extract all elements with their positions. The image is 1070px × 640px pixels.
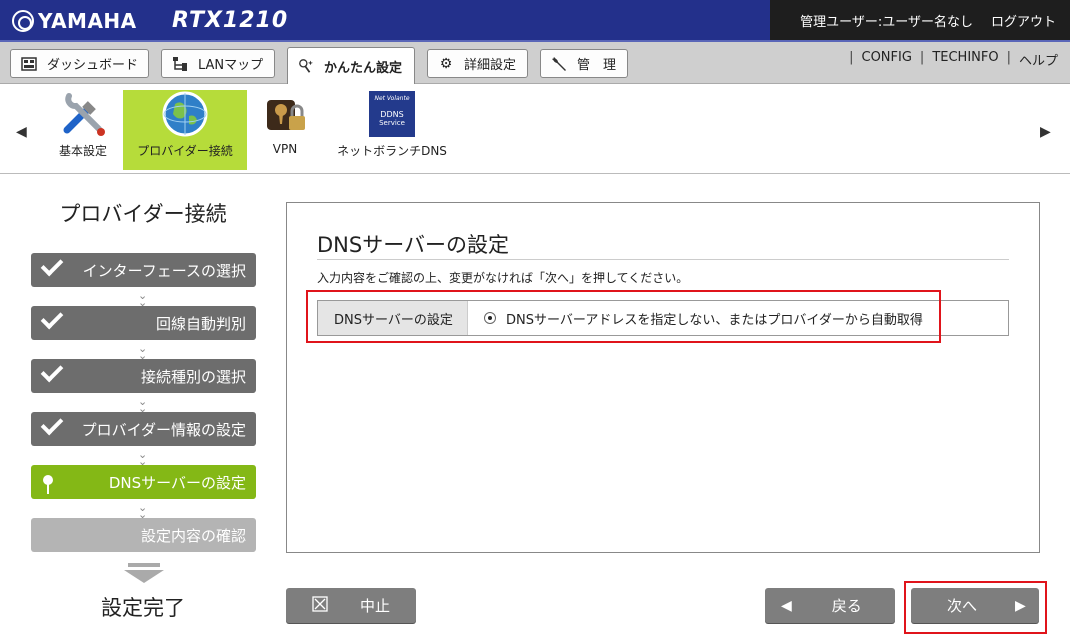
settings-panel: DNSサーバーの設定 入力内容をご確認の上、変更がなければ「次へ」を押してくださ… bbox=[286, 202, 1040, 553]
left-triangle-icon: ◀ bbox=[781, 597, 792, 614]
wizard-final-step: 設定完了 bbox=[101, 596, 185, 620]
gear-icon: ⚙ bbox=[439, 55, 453, 72]
wizard-title: プロバイダー接続 bbox=[59, 202, 227, 226]
pin-wand-icon bbox=[298, 58, 314, 74]
tab-label: 管 理 bbox=[577, 58, 617, 73]
wizard-step-done: プロバイダー情報の設定 bbox=[31, 412, 256, 446]
sub-menu: ◀ 基本設定 プロバイダー接続 VPN Net Volante DDNS Ser… bbox=[0, 84, 1070, 174]
wizard-step-done: 接続種別の選択 bbox=[31, 359, 256, 393]
step-label: プロバイダー情報の設定 bbox=[81, 420, 246, 439]
ddns-icon: Net Volante DDNS Service bbox=[368, 90, 416, 138]
globe-icon bbox=[161, 90, 209, 138]
step-label: 回線自動判別 bbox=[155, 314, 246, 333]
wizard-step-pending: 設定内容の確認 bbox=[31, 518, 256, 552]
tab-label: LANマップ bbox=[198, 58, 264, 73]
check-icon bbox=[40, 306, 64, 330]
submenu-item-vpn[interactable]: VPN bbox=[255, 90, 315, 170]
tab-easy-setup[interactable]: かんたん設定 bbox=[287, 47, 415, 84]
submenu-label: VPN bbox=[272, 142, 298, 156]
tuning-fork-icon bbox=[12, 10, 34, 32]
submenu-item-basic[interactable]: 基本設定 bbox=[50, 90, 116, 170]
step-chevron-icon: ⌄ ⌄ bbox=[138, 501, 148, 521]
step-label: インターフェースの選択 bbox=[82, 261, 246, 280]
tab-label: ダッシュボード bbox=[47, 58, 139, 73]
scroll-left-arrow-icon[interactable]: ◀ bbox=[16, 124, 27, 140]
step-label: 設定内容の確認 bbox=[140, 526, 246, 545]
step-chevron-icon: ⌄ ⌄ bbox=[138, 342, 148, 362]
cancel-label: 中止 bbox=[359, 597, 390, 615]
panel-title: DNSサーバーの設定 bbox=[317, 233, 509, 257]
utility-links: | CONFIG | TECHINFO | ヘルプ bbox=[849, 50, 1058, 69]
submenu-label: プロバイダー接続 bbox=[137, 144, 233, 158]
ddns-badge-title: DDNS bbox=[380, 110, 404, 119]
tab-advanced[interactable]: ⚙ 詳細設定 bbox=[427, 49, 528, 78]
model-name: RTX1210 bbox=[172, 8, 289, 33]
vpn-lock-icon bbox=[261, 90, 309, 138]
close-box-icon bbox=[312, 595, 328, 616]
submenu-label: ネットボランチDNS bbox=[337, 144, 447, 158]
step-chevron-icon: ⌄ ⌄ bbox=[138, 448, 148, 468]
step-chevron-icon: ⌄ ⌄ bbox=[138, 289, 148, 309]
yamaha-logo: YAMAHA bbox=[12, 9, 137, 33]
wizard-step-current: DNSサーバーの設定 bbox=[31, 465, 256, 499]
wizard-step-done: 回線自動判別 bbox=[31, 306, 256, 340]
cancel-button[interactable]: 中止 bbox=[286, 588, 416, 623]
step-label: 接続種別の選択 bbox=[140, 367, 246, 386]
submenu-label: 基本設定 bbox=[58, 144, 107, 158]
step-chevron-icon: ⌄ ⌄ bbox=[138, 395, 148, 415]
brand-name: YAMAHA bbox=[38, 9, 137, 33]
ddns-badge-sub: Service bbox=[379, 119, 405, 127]
step-label: DNSサーバーの設定 bbox=[108, 473, 246, 492]
config-link[interactable]: CONFIG bbox=[862, 50, 912, 69]
submenu-item-provider[interactable]: プロバイダー接続 bbox=[123, 90, 247, 170]
divider bbox=[317, 259, 1009, 260]
help-link[interactable]: ヘルプ bbox=[1019, 50, 1058, 69]
wizard-step-done: インターフェースの選択 bbox=[31, 253, 256, 287]
back-button[interactable]: ◀ 戻る bbox=[765, 588, 895, 623]
logout-link[interactable]: ログアウト bbox=[991, 11, 1056, 30]
top-header: YAMAHA RTX1210 管理ユーザー:ユーザー名なし ログアウト bbox=[0, 0, 1070, 42]
dashboard-icon bbox=[21, 56, 37, 72]
down-arrow-icon bbox=[124, 563, 164, 583]
main-menu: ダッシュボード LANマップ かんたん設定 ⚙ 詳細設定 管 理 | CONFI… bbox=[0, 42, 1070, 84]
back-label: 戻る bbox=[831, 597, 862, 615]
submenu-item-netvolante-dns[interactable]: Net Volante DDNS Service ネットボランチDNS bbox=[330, 90, 454, 170]
tab-admin[interactable]: 管 理 bbox=[540, 49, 628, 78]
check-icon bbox=[40, 412, 64, 436]
tools-icon bbox=[59, 90, 107, 138]
techinfo-link[interactable]: TECHINFO bbox=[932, 50, 998, 69]
scroll-right-arrow-icon[interactable]: ▶ bbox=[1040, 124, 1051, 140]
check-icon bbox=[40, 253, 64, 277]
ddns-badge-brand: Net Volante bbox=[374, 95, 410, 102]
user-status: 管理ユーザー:ユーザー名なし bbox=[800, 14, 973, 30]
highlight-box bbox=[904, 581, 1047, 634]
tab-label: かんたん設定 bbox=[324, 60, 403, 76]
check-icon bbox=[40, 359, 64, 383]
lan-map-icon bbox=[172, 56, 188, 72]
wrench-icon bbox=[551, 56, 567, 72]
highlight-box bbox=[306, 290, 941, 343]
tab-lan-map[interactable]: LANマップ bbox=[161, 49, 275, 78]
tab-label: 詳細設定 bbox=[464, 58, 517, 73]
tab-dashboard[interactable]: ダッシュボード bbox=[10, 49, 149, 78]
pin-icon bbox=[43, 475, 53, 494]
panel-description: 入力内容をご確認の上、変更がなければ「次へ」を押してください。 bbox=[317, 271, 689, 285]
user-box: 管理ユーザー:ユーザー名なし ログアウト bbox=[770, 0, 1070, 40]
